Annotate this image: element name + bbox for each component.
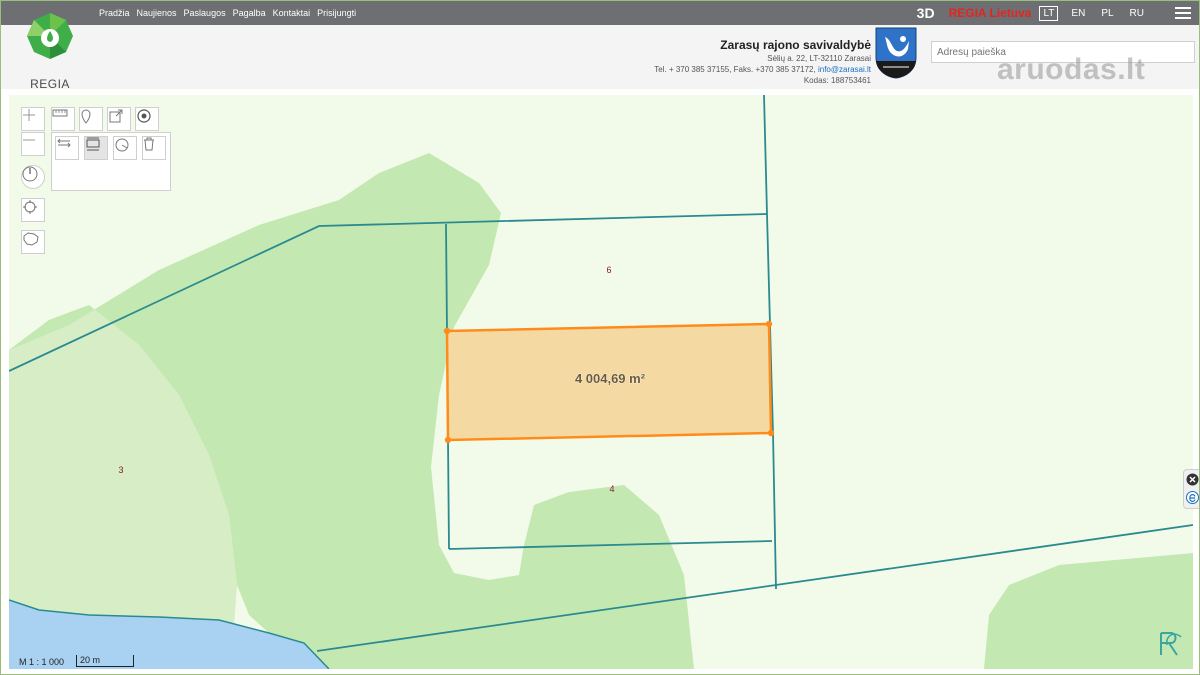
marker-tool-button[interactable] [79, 107, 103, 131]
parcel-label-3: 3 [118, 465, 123, 475]
measure-radius-button[interactable] [113, 136, 137, 160]
zoom-in-button[interactable] [21, 107, 45, 131]
share-icon [109, 109, 123, 123]
record-button[interactable] [135, 107, 159, 131]
municipality-name: Zarasų rajono savivaldybė [720, 38, 871, 52]
hamburger-menu-icon[interactable] [1175, 7, 1191, 19]
minus-icon [23, 139, 35, 141]
municipality-email-link[interactable]: info@zarasai.lt [818, 65, 871, 74]
distance-icon [57, 138, 71, 148]
top-nav-bar: Pradžia Naujienos Paslaugos Pagalba Kont… [1, 1, 1199, 25]
municipality-info: Zarasų rajono savivaldybė Sėlių a. 22, L… [654, 37, 871, 86]
nav-pagalba[interactable]: Pagalba [233, 8, 266, 18]
main-nav: Pradžia Naujienos Paslaugos Pagalba Kont… [99, 1, 356, 25]
regia-logo-text: REGIA [30, 77, 70, 91]
municipality-contacts: Tel. + 370 385 37155, Faks. +370 385 371… [654, 64, 871, 75]
nav-prisijungti[interactable]: Prisijungti [317, 8, 356, 18]
nav-paslaugos[interactable]: Paslaugos [184, 8, 226, 18]
measure-distance-button[interactable] [55, 136, 79, 160]
regia-window: Pradžia Naujienos Paslaugos Pagalba Kont… [0, 0, 1200, 675]
aruodas-watermark: aruodas.lt [997, 53, 1146, 86]
regia-logo-icon [27, 13, 73, 59]
measure-tool-button[interactable] [51, 107, 75, 131]
share-button[interactable] [107, 107, 131, 131]
area-label: 4 004,69 m² [575, 371, 646, 386]
scale-indicator: M 1 : 1 000 20 m [19, 653, 135, 667]
measure-area-button[interactable] [84, 136, 108, 160]
ruler-icon [52, 109, 68, 117]
close-icon[interactable] [1186, 473, 1199, 486]
radius-icon [115, 138, 129, 152]
side-panel-toggle [1183, 469, 1199, 509]
nav-kontaktai[interactable]: Kontaktai [273, 8, 311, 18]
map-pin-icon [81, 109, 91, 124]
regia-logo[interactable]: REGIA [25, 11, 75, 91]
lang-pl[interactable]: PL [1098, 7, 1116, 20]
parcel-label-4: 4 [609, 484, 614, 494]
target-icon [137, 109, 151, 123]
header: REGIA Zarasų rajono savivaldybė Sėlių a.… [1, 13, 1199, 91]
map-layers: 4 004,69 m² 6 4 3 [9, 95, 1193, 669]
lang-ru[interactable]: RU [1127, 7, 1147, 20]
compass-icon [22, 166, 38, 182]
3d-button[interactable]: 3D [917, 5, 935, 21]
locate-button[interactable] [21, 198, 45, 222]
nav-naujienos[interactable]: Naujienos [137, 8, 177, 18]
rc-logo-icon [1160, 632, 1182, 656]
scale-bar: 20 m [76, 655, 135, 667]
parcel-label-6: 6 [606, 265, 611, 275]
municipality-phone: Tel. + 370 385 37155, Faks. +370 385 371… [654, 65, 816, 74]
lithuania-extent-button[interactable] [21, 230, 45, 254]
country-outline-icon [23, 232, 39, 246]
regia-lietuva-link[interactable]: REGIA Lietuva [949, 6, 1032, 20]
zarasai-crest-icon [875, 27, 917, 79]
e-service-icon[interactable] [1186, 491, 1199, 504]
lang-en[interactable]: EN [1068, 7, 1088, 20]
trash-icon [144, 137, 154, 151]
compass-button[interactable] [21, 165, 45, 189]
area-icon [86, 137, 100, 151]
nav-pradzia[interactable]: Pradžia [99, 8, 130, 18]
municipality-code: Kodas: 188753461 [803, 76, 871, 85]
crosshair-icon [23, 200, 37, 214]
lang-lt[interactable]: LT [1039, 5, 1059, 21]
topbar-right: 3D REGIA Lietuva LT EN PL RU [917, 1, 1199, 25]
plus-icon [23, 109, 35, 121]
zoom-out-button[interactable] [21, 132, 45, 156]
municipality-address: Sėlių a. 22, LT-32110 Zarasai [767, 54, 871, 63]
map-canvas[interactable]: 4 004,69 m² 6 4 3 M 1: 1 000 20 m [9, 95, 1193, 669]
scale-ratio: M 1 : 1 000 [19, 657, 65, 667]
clear-measurements-button[interactable] [142, 136, 166, 160]
